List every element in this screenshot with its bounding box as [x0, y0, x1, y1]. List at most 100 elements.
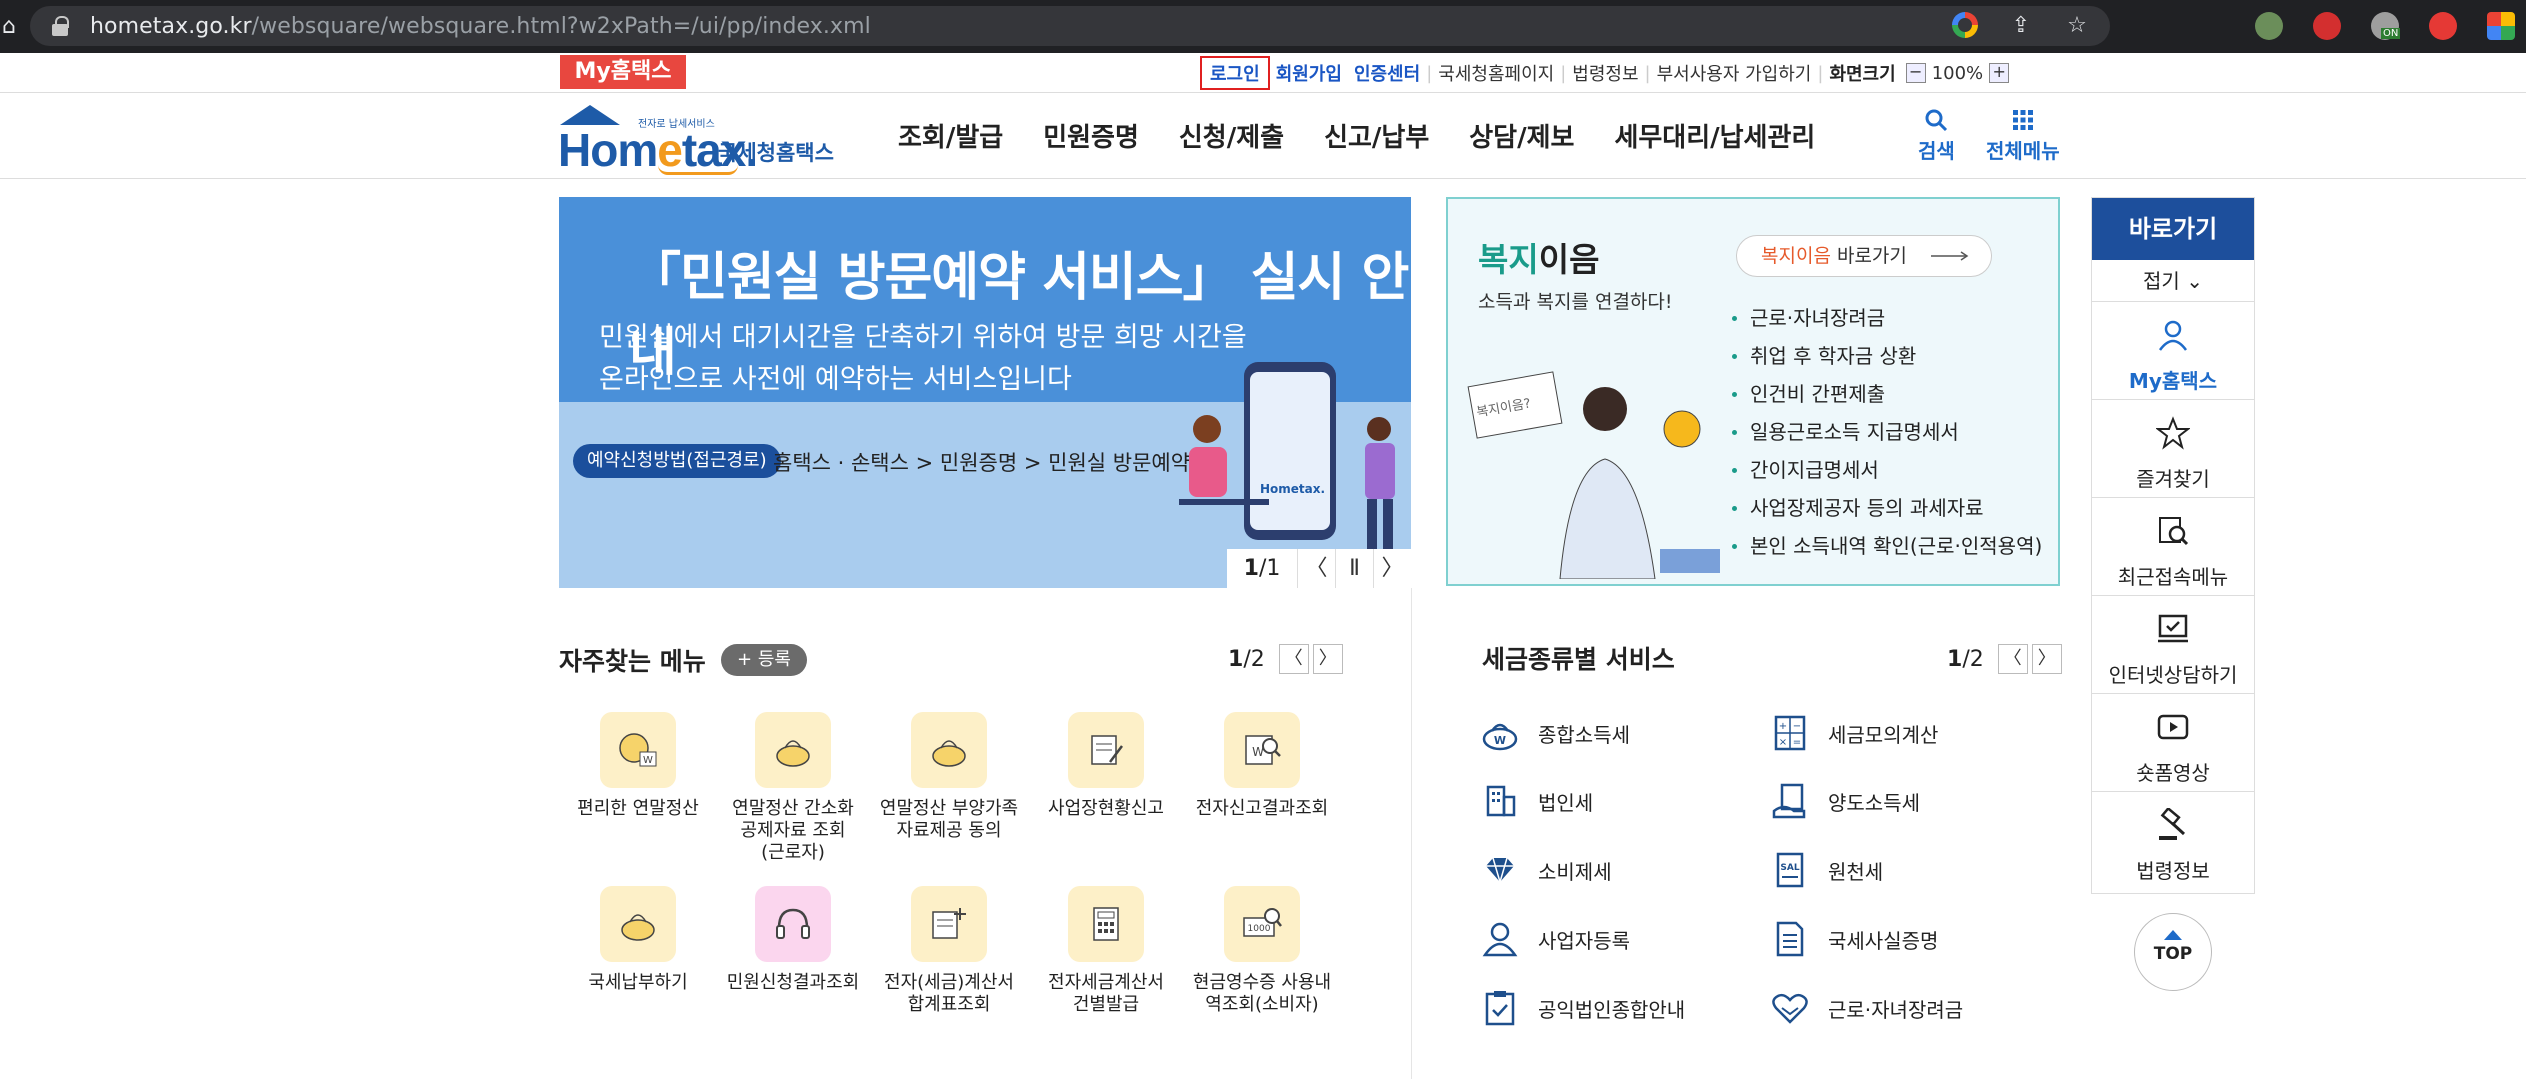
- fav-item-civil-result[interactable]: 민원신청결과조회: [708, 886, 878, 994]
- quick-law-info[interactable]: 법령정보: [2092, 792, 2254, 890]
- fav-label: 건별발급: [1072, 994, 1140, 1015]
- tax-item-withholding[interactable]: SAL 원천세: [1770, 850, 1883, 890]
- zoom-in-button[interactable]: +: [1989, 63, 2010, 83]
- url-host: hometax.go.kr: [90, 13, 252, 39]
- fav-label: 공제자료 조회: [740, 820, 846, 841]
- welfare-go-button[interactable]: 복지이음 바로가기: [1736, 235, 1992, 277]
- tax-item-corporate[interactable]: 법인세: [1480, 781, 1593, 821]
- hometax-logo[interactable]: 전자로 납세서비스 Hometax. 국세청홈택스: [558, 103, 848, 176]
- welfare-list-item[interactable]: 본인 소득내역 확인(근로·인적용역): [1732, 527, 2042, 565]
- favorites-prev-button[interactable]: 〈: [1278, 644, 1309, 674]
- quick-favorites-label: 즐겨찾기: [2136, 467, 2210, 491]
- dept-user-join-link[interactable]: 부서사용자 가입하기: [1651, 60, 1818, 86]
- welfare-list-item[interactable]: 간이지급명세서: [1732, 451, 2042, 489]
- quick-fold-button[interactable]: 접기 ⌄: [2092, 260, 2254, 302]
- login-link[interactable]: 로그인: [1200, 56, 1270, 90]
- tax-item-label: 국세사실증명: [1828, 928, 1939, 953]
- url-text[interactable]: hometax.go.kr/websquare/websquare.html?w…: [90, 14, 871, 39]
- search-label: 검색: [1918, 139, 1955, 163]
- welfare-list-item[interactable]: 사업장제공자 등의 과세자료: [1732, 489, 2042, 527]
- welfare-go-label-a: 복지이음: [1761, 245, 1831, 267]
- fav-item-year-end[interactable]: W 편리한 연말정산: [553, 712, 723, 820]
- tax-item-transfer[interactable]: 양도소득세: [1770, 781, 1920, 821]
- tax-item-simulation[interactable]: + − × = 세금모의계산: [1770, 713, 1938, 753]
- quick-short-video[interactable]: 숏폼영상: [2092, 694, 2254, 792]
- nav-item-consult[interactable]: 상담/제보: [1469, 117, 1574, 154]
- extension-icon-4[interactable]: [2429, 12, 2457, 40]
- tax-item-label: 법인세: [1538, 790, 1594, 815]
- fav-label: 연말정산 부양가족: [879, 798, 1019, 819]
- tax-item-consumption[interactable]: 소비제세: [1480, 850, 1612, 890]
- tax-item-label: 소비제세: [1538, 859, 1612, 884]
- scroll-top-button[interactable]: TOP: [2134, 913, 2212, 991]
- recent-search-icon: [2159, 517, 2189, 546]
- icon-sal-text: SAL: [1780, 863, 1799, 873]
- quick-recent-menu[interactable]: 최근접속메뉴: [2092, 498, 2254, 596]
- nav-item-certificate[interactable]: 민원증명: [1043, 117, 1139, 154]
- welfare-list-item[interactable]: 일용근로소득 지급명세서: [1732, 413, 2042, 451]
- banner-prev-button[interactable]: 〈: [1297, 549, 1335, 588]
- tax-prev-button[interactable]: 〈: [1997, 644, 2028, 674]
- cert-center-link[interactable]: 인증센터: [1348, 60, 1426, 86]
- address-bar[interactable]: hometax.go.kr/websquare/websquare.html?w…: [30, 6, 2110, 46]
- svg-text:×: ×: [1779, 737, 1787, 748]
- fav-item-tax-payment[interactable]: 국세납부하기: [553, 886, 723, 994]
- quick-my-hometax[interactable]: My홈택스: [2092, 302, 2254, 400]
- welfare-list-item[interactable]: 근로·자녀장려금: [1732, 299, 2042, 337]
- nav-item-apply[interactable]: 신청/제출: [1179, 117, 1284, 154]
- favorites-register-button[interactable]: + 등록: [721, 644, 807, 676]
- home-icon[interactable]: ⌂: [2, 14, 20, 39]
- nav-item-inquiry[interactable]: 조회/발급: [898, 117, 1003, 154]
- quick-online-consult[interactable]: 인터넷상담하기: [2092, 596, 2254, 694]
- tax-item-label: 세금모의계산: [1828, 722, 1939, 747]
- icon-1000-text: 1000: [1248, 924, 1271, 934]
- fav-item-e-invoice-issue[interactable]: 전자세금계산서 건별발급: [1021, 886, 1191, 1016]
- tax-item-public-corp[interactable]: 공익법인종합안내: [1480, 988, 1685, 1028]
- search-button[interactable]: 검색: [1918, 107, 1955, 164]
- tax-item-label: 양도소득세: [1828, 790, 1920, 815]
- fav-item-e-filing-result[interactable]: W 전자신고결과조회: [1177, 712, 1347, 820]
- google-icon[interactable]: [1952, 12, 1978, 38]
- fav-item-business-report[interactable]: 사업장현황신고: [1021, 712, 1191, 820]
- diamond-icon: [1486, 857, 1514, 885]
- signup-link[interactable]: 회원가입: [1270, 60, 1348, 86]
- nav-item-report-pay[interactable]: 신고/납부: [1324, 117, 1429, 154]
- share-icon[interactable]: ⇪: [2008, 12, 2034, 38]
- ublock-icon[interactable]: [2313, 12, 2341, 40]
- fav-item-dependent-consent[interactable]: 연말정산 부양가족 자료제공 동의: [864, 712, 1034, 842]
- banner-pause-button[interactable]: Ⅱ: [1335, 549, 1373, 588]
- tax-item-earned-credit[interactable]: 근로·자녀장려금: [1770, 988, 1963, 1028]
- bookmark-star-icon[interactable]: ☆: [2064, 12, 2090, 38]
- monitor-check-icon: [2158, 614, 2188, 643]
- tax-item-fact-certificate[interactable]: 국세사실증명: [1770, 919, 1938, 959]
- all-menu-button[interactable]: 전체메뉴: [1986, 107, 2060, 164]
- my-hometax-tag[interactable]: My홈택스: [560, 55, 686, 89]
- nts-homepage-link[interactable]: 국세청홈페이지: [1432, 60, 1560, 86]
- building-icon: [1486, 785, 1516, 817]
- tax-next-button[interactable]: 〉: [2031, 644, 2062, 674]
- calculator-icon: + −× =: [1774, 715, 1806, 751]
- welfare-list-item[interactable]: 취업 후 학자금 상환: [1732, 337, 2042, 375]
- banner-subtitle-1: 민원실에서 대기시간을 단축하기 위하여 방문 희망 시간을: [599, 322, 1247, 353]
- extension-icon-3[interactable]: ON: [2371, 12, 2401, 40]
- nav-item-agent[interactable]: 세무대리/납세관리: [1614, 117, 1815, 154]
- tax-item-income[interactable]: W 종합소득세: [1480, 713, 1630, 753]
- welfare-title: 복지이음: [1478, 233, 1599, 281]
- fav-item-cash-receipt[interactable]: 1000 현금영수증 사용내 역조회(소비자): [1177, 886, 1347, 1016]
- main-header: 전자로 납세서비스 Hometax. 국세청홈택스 조회/발급 민원증명 신청/…: [0, 93, 2526, 179]
- main-banner[interactable]: 「민원실 방문예약 서비스」 실시 안내 민원실에서 대기시간을 단축하기 위하…: [559, 197, 1411, 588]
- law-info-link[interactable]: 법령정보: [1566, 60, 1644, 86]
- extension-icon-1[interactable]: [2255, 12, 2283, 40]
- fav-item-invoice-summary[interactable]: 전자(세금)계산서 합계표조회: [864, 886, 1034, 1016]
- extension-icon-5[interactable]: [2487, 12, 2515, 40]
- tax-item-business-registration[interactable]: 사업자등록: [1480, 919, 1630, 959]
- favorites-next-button[interactable]: 〉: [1312, 644, 1343, 674]
- fav-item-simplified-deduction[interactable]: 연말정산 간소화 공제자료 조회 (근로자): [708, 712, 878, 864]
- welfare-ieum-box[interactable]: 복지이음 소득과 복지를 연결하다! 복지이음 바로가기 복지이음? 근로·자녀…: [1446, 197, 2060, 586]
- fav-label: 사업장현황신고: [1048, 798, 1164, 819]
- quick-favorites[interactable]: 즐겨찾기: [2092, 400, 2254, 498]
- welfare-list-item[interactable]: 인건비 간편제출: [1732, 375, 2042, 413]
- lock-icon[interactable]: [52, 16, 69, 36]
- zoom-out-button[interactable]: −: [1905, 63, 1926, 83]
- banner-next-button[interactable]: 〉: [1373, 549, 1411, 588]
